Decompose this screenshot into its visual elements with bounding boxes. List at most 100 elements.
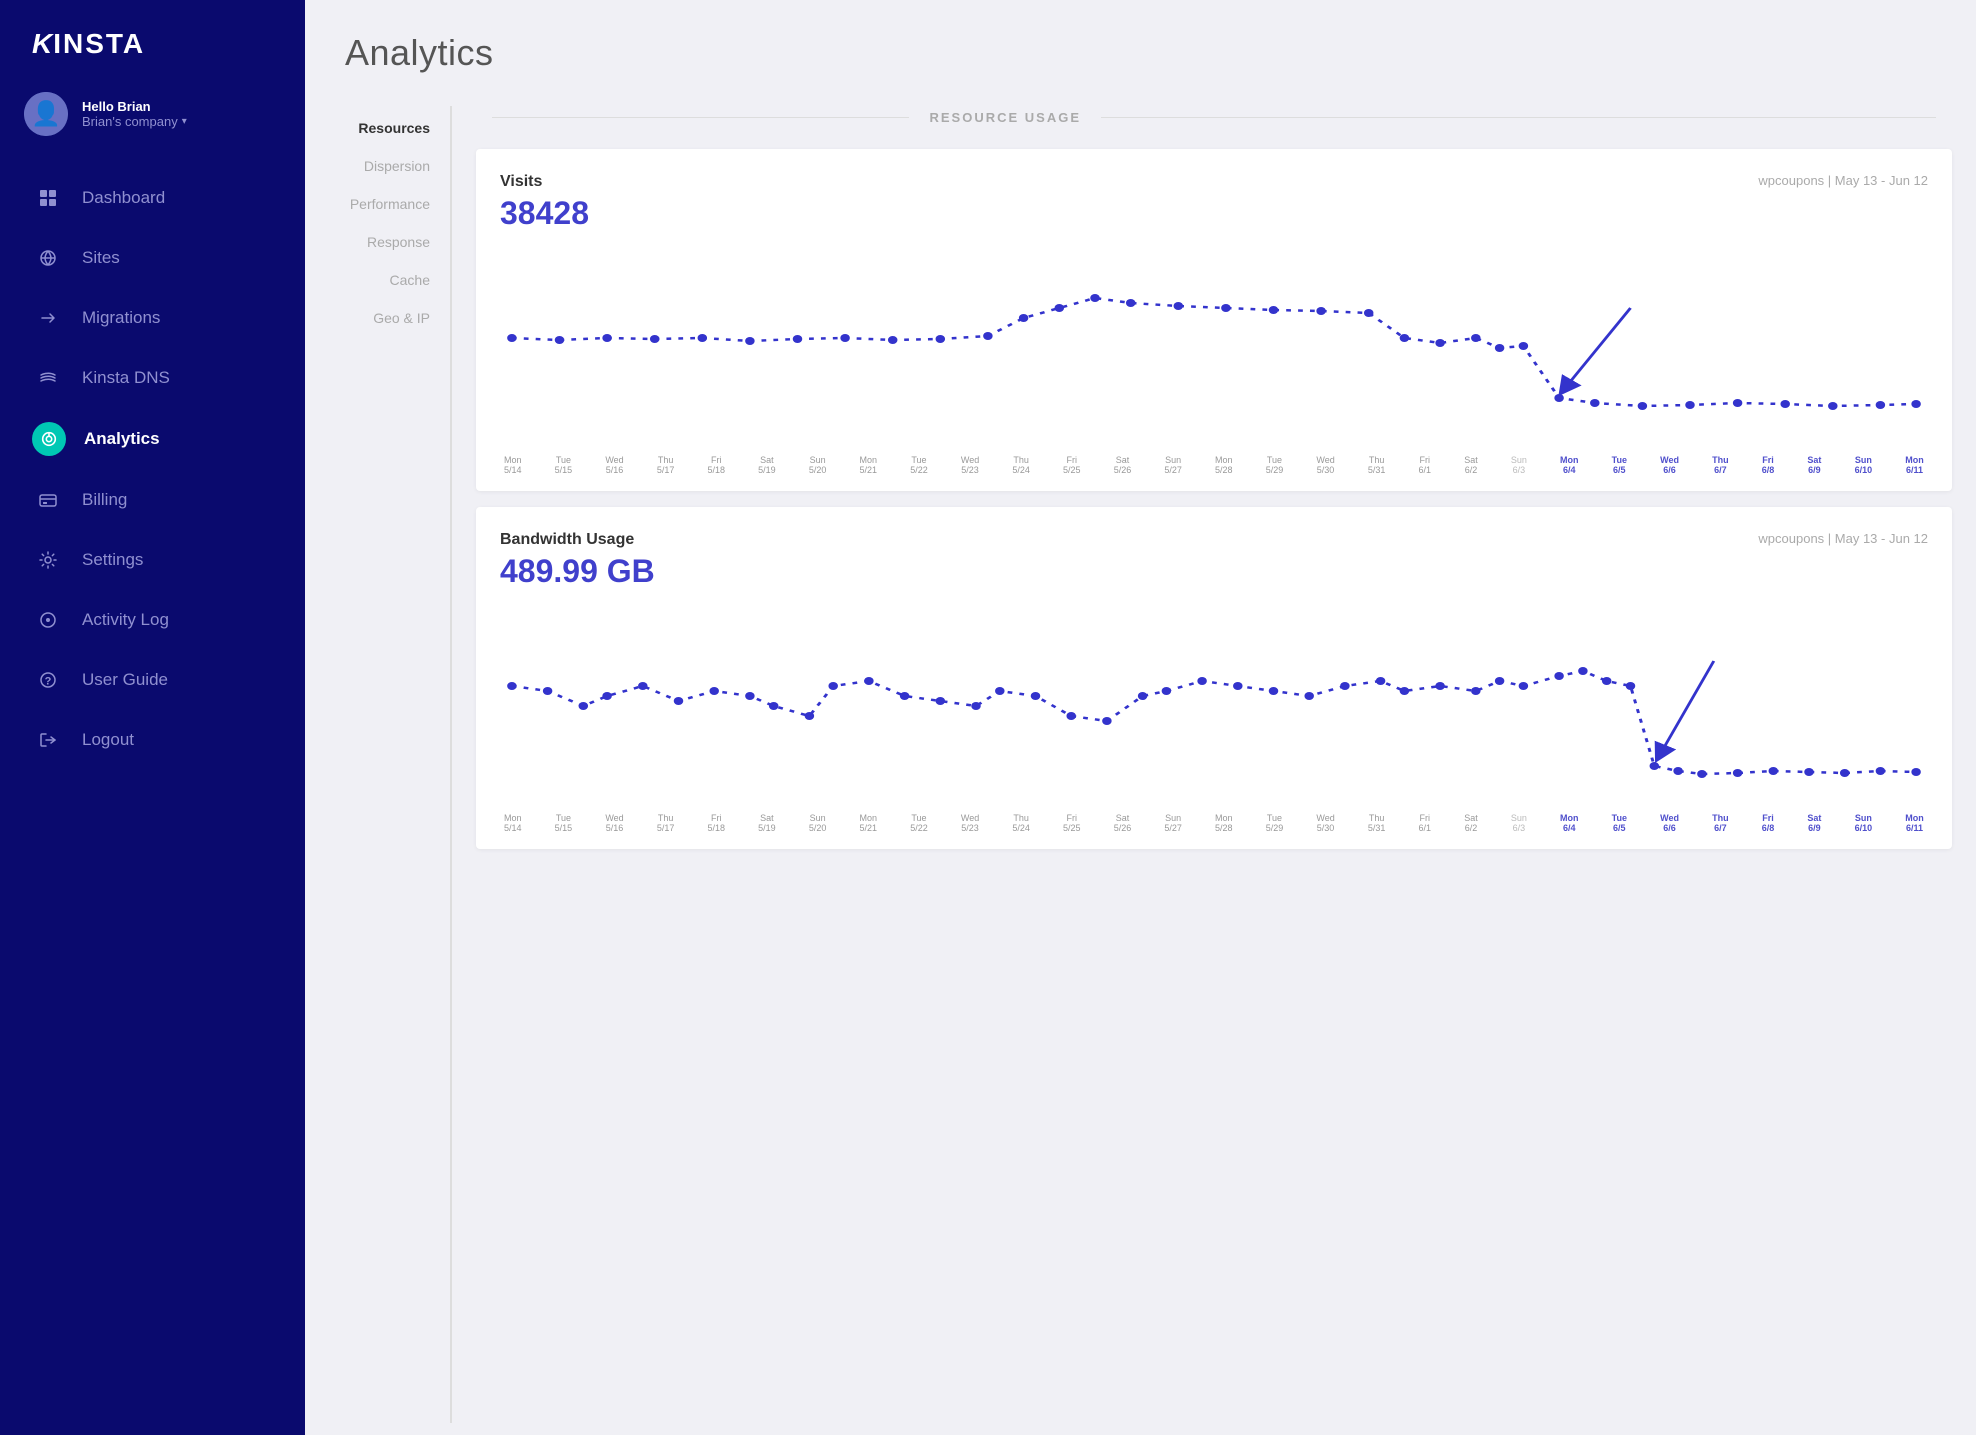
chevron-down-icon: ▾ <box>182 116 187 127</box>
x-label-14: Mon5/28 <box>1215 455 1233 475</box>
bw-x-label-3: Thu5/17 <box>657 813 675 833</box>
activity-log-icon-wrapper <box>32 604 64 636</box>
bw-x-label-14: Mon5/28 <box>1215 813 1233 833</box>
charts-area: RESOURCE USAGE Visits wpcoupons | May 13… <box>452 94 1976 1435</box>
x-label-28: Mon6/11 <box>1905 455 1924 475</box>
sidebar-item-user-guide[interactable]: ? User Guide <box>0 650 305 710</box>
settings-icon-wrapper <box>32 544 64 576</box>
bw-x-label-22: Tue6/5 <box>1612 813 1627 833</box>
x-label-1: Tue5/15 <box>555 455 573 475</box>
page-header: Analytics <box>305 0 1976 94</box>
header-line-right <box>1101 117 1936 118</box>
x-label-11: Fri5/25 <box>1063 455 1081 475</box>
logout-icon <box>37 729 59 751</box>
bw-x-label-9: Wed5/23 <box>961 813 979 833</box>
sub-nav-item-cache[interactable]: Cache <box>305 262 450 298</box>
bw-x-label-25: Fri6/8 <box>1762 813 1775 833</box>
nav-menu: Dashboard Sites <box>0 160 305 1435</box>
sub-nav-item-performance[interactable]: Performance <box>305 186 450 222</box>
bw-x-label-8: Tue5/22 <box>910 813 928 833</box>
x-label-21: Mon6/4 <box>1560 455 1579 475</box>
sidebar-item-label-user-guide: User Guide <box>82 670 168 690</box>
visits-chart-card: Visits wpcoupons | May 13 - Jun 12 38428 <box>476 149 1952 491</box>
sidebar-item-activity-log[interactable]: Activity Log <box>0 590 305 650</box>
bw-x-label-5: Sat5/19 <box>758 813 776 833</box>
sub-nav-container: Resources Dispersion Performance Respons… <box>305 94 452 1435</box>
migrations-icon-wrapper <box>32 302 64 334</box>
x-label-9: Wed5/23 <box>961 455 979 475</box>
resource-usage-title: RESOURCE USAGE <box>929 110 1081 125</box>
header-line-left <box>492 117 909 118</box>
x-label-0: Mon5/14 <box>504 455 522 475</box>
sidebar-item-label-activity-log: Activity Log <box>82 610 169 630</box>
bandwidth-chart-label: Bandwidth Usage <box>500 531 634 549</box>
svg-text:?: ? <box>45 676 52 688</box>
sidebar-item-label-dashboard: Dashboard <box>82 188 165 208</box>
bandwidth-x-labels: Mon5/14 Tue5/15 Wed5/16 Thu5/17 Fri5/18 … <box>500 813 1928 833</box>
bw-x-label-7: Mon5/21 <box>860 813 878 833</box>
visits-chart-label: Visits <box>500 173 542 191</box>
x-label-19: Sat6/2 <box>1464 455 1478 475</box>
x-label-22: Tue6/5 <box>1612 455 1627 475</box>
bw-x-label-28: Mon6/11 <box>1905 813 1924 833</box>
sidebar-item-analytics[interactable]: Analytics <box>0 408 305 470</box>
sub-nav-item-dispersion[interactable]: Dispersion <box>305 148 450 184</box>
sidebar-item-billing[interactable]: Billing <box>0 470 305 530</box>
sub-nav-item-geo-ip[interactable]: Geo & IP <box>305 300 450 336</box>
migrations-icon <box>37 307 59 329</box>
user-guide-icon-wrapper: ? <box>32 664 64 696</box>
main-content: Analytics Resources Dispersion Performan… <box>305 0 1976 1435</box>
bw-x-label-26: Sat6/9 <box>1807 813 1821 833</box>
dashboard-icon-wrapper <box>32 182 64 214</box>
x-label-12: Sat5/26 <box>1114 455 1132 475</box>
bw-x-label-19: Sat6/2 <box>1464 813 1478 833</box>
sub-nav-item-resources[interactable]: Resources <box>305 110 450 146</box>
sites-icon <box>37 247 59 269</box>
sidebar-item-dashboard[interactable]: Dashboard <box>0 168 305 228</box>
sidebar-item-logout[interactable]: Logout <box>0 710 305 770</box>
visits-chart-meta: wpcoupons | May 13 - Jun 12 <box>1758 173 1928 188</box>
sidebar-item-sites[interactable]: Sites <box>0 228 305 288</box>
bw-x-label-20: Sun6/3 <box>1511 813 1527 833</box>
bandwidth-chart-svg <box>500 606 1928 811</box>
bw-x-label-10: Thu5/24 <box>1012 813 1030 833</box>
x-label-23: Wed6/6 <box>1660 455 1679 475</box>
sub-nav-item-response[interactable]: Response <box>305 224 450 260</box>
x-label-27: Sun6/10 <box>1855 455 1873 475</box>
user-greeting: Hello Brian <box>82 99 281 114</box>
bw-x-label-23: Wed6/6 <box>1660 813 1679 833</box>
bandwidth-chart-header: Bandwidth Usage wpcoupons | May 13 - Jun… <box>500 531 1928 549</box>
visits-chart-header: Visits wpcoupons | May 13 - Jun 12 <box>500 173 1928 191</box>
content-area: Resources Dispersion Performance Respons… <box>305 94 1976 1435</box>
x-label-24: Thu6/7 <box>1712 455 1729 475</box>
sidebar-item-label-analytics: Analytics <box>84 429 160 449</box>
sidebar-item-settings[interactable]: Settings <box>0 530 305 590</box>
sidebar-item-label-sites: Sites <box>82 248 120 268</box>
bw-x-label-13: Sun5/27 <box>1164 813 1182 833</box>
x-label-17: Thu5/31 <box>1368 455 1386 475</box>
bw-x-label-2: Wed5/16 <box>605 813 623 833</box>
bw-x-label-12: Sat5/26 <box>1114 813 1132 833</box>
logo: KINSTA <box>32 28 273 60</box>
bw-x-label-18: Fri6/1 <box>1419 813 1432 833</box>
x-label-20: Sun6/3 <box>1511 455 1527 475</box>
sidebar-item-migrations[interactable]: Migrations <box>0 288 305 348</box>
x-label-16: Wed5/30 <box>1316 455 1334 475</box>
user-profile[interactable]: Hello Brian Brian's company ▾ <box>0 80 305 160</box>
x-label-7: Mon5/21 <box>860 455 878 475</box>
resource-usage-header: RESOURCE USAGE <box>452 94 1976 141</box>
bandwidth-chart-card: Bandwidth Usage wpcoupons | May 13 - Jun… <box>476 507 1952 849</box>
sidebar-item-label-migrations: Migrations <box>82 308 160 328</box>
sidebar-item-label-logout: Logout <box>82 730 134 750</box>
x-label-5: Sat5/19 <box>758 455 776 475</box>
bandwidth-chart-value: 489.99 GB <box>500 553 1928 590</box>
sidebar-item-kinsta-dns[interactable]: Kinsta DNS <box>0 348 305 408</box>
x-label-10: Thu5/24 <box>1012 455 1030 475</box>
bw-x-label-21: Mon6/4 <box>1560 813 1579 833</box>
visits-x-labels: Mon5/14 Tue5/15 Wed5/16 Thu5/17 Fri5/18 … <box>500 455 1928 475</box>
bw-x-label-16: Wed5/30 <box>1316 813 1334 833</box>
sub-nav: Resources Dispersion Performance Respons… <box>305 94 450 1435</box>
activity-log-icon <box>37 609 59 631</box>
x-label-2: Wed5/16 <box>605 455 623 475</box>
billing-icon-wrapper <box>32 484 64 516</box>
